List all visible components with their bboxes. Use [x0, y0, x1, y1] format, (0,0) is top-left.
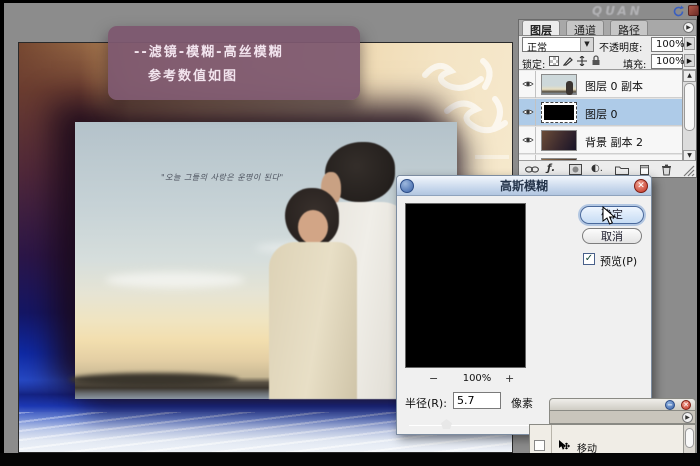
history-tab-strip: ▶	[549, 411, 696, 424]
layer-group-icon[interactable]	[615, 165, 629, 175]
fill-label: 填充:	[623, 56, 646, 71]
close-icon[interactable]: ✕	[634, 179, 648, 193]
layer-name[interactable]: 图层 0 副本	[585, 78, 643, 94]
tab-paths[interactable]: 路径	[610, 20, 648, 35]
layer-thumbnail-selected[interactable]	[541, 102, 577, 123]
opacity-field[interactable]: 100%	[651, 37, 683, 52]
layer-row-layer0-copy[interactable]: 图层 0 副本	[519, 71, 683, 98]
radius-input[interactable]	[453, 392, 501, 409]
minimize-icon[interactable]: −	[665, 400, 675, 410]
thumb-figure	[566, 81, 573, 95]
fill-spinner[interactable]: ▶	[684, 54, 695, 67]
mouse-cursor	[602, 206, 617, 225]
photo-quote-text: "오늘 그들의 사랑은 운명이 된다"	[161, 172, 284, 183]
link-layers-icon[interactable]	[525, 166, 539, 173]
history-scrollbar[interactable]	[683, 425, 695, 455]
visibility-cell[interactable]	[519, 99, 536, 126]
history-source-checkbox[interactable]	[534, 440, 545, 451]
favorite-icon[interactable]	[688, 5, 699, 16]
hill-silhouette	[69, 373, 239, 386]
dialog-titlebar[interactable]: 高斯模糊	[397, 176, 651, 196]
opacity-label: 不透明度:	[599, 39, 642, 54]
annotation-line2: 参考数值如图	[134, 65, 360, 89]
history-list: 移动 通过拷贝的图层	[529, 424, 696, 456]
dialog-system-icon	[400, 179, 414, 193]
chevron-down-icon[interactable]: ▼	[580, 38, 593, 51]
layers-scrollbar[interactable]: ▲ ▼	[682, 70, 696, 162]
lock-pixels-icon[interactable]	[563, 56, 573, 66]
cloud-streak	[105, 272, 245, 288]
layer-thumbnail[interactable]	[541, 74, 577, 95]
site-watermark: QUAN	[592, 4, 643, 18]
preview-zoom-value: 100%	[447, 373, 507, 384]
layer-name[interactable]: 图层 0	[585, 106, 618, 122]
lock-position-icon[interactable]	[577, 56, 587, 66]
fill-value: 100%	[656, 56, 685, 67]
lock-transparency-icon[interactable]	[549, 56, 559, 66]
tutorial-annotation: --滤镜-模糊-高丝模糊 参考数值如图	[108, 26, 360, 100]
blur-preview-area[interactable]	[405, 203, 526, 368]
panel-menu-button[interactable]: ▶	[683, 22, 694, 33]
layer-thumbnail[interactable]	[541, 130, 577, 151]
annotation-line1: --滤镜-模糊-高丝模糊	[134, 41, 360, 65]
zoom-out-icon[interactable]: −	[429, 372, 438, 385]
opacity-spinner[interactable]: ▶	[684, 37, 695, 50]
lock-label: 锁定:	[522, 56, 545, 71]
scroll-up-icon[interactable]: ▲	[683, 70, 696, 82]
layer-mask-icon[interactable]	[569, 164, 582, 175]
history-item-move[interactable]: 移动	[530, 439, 695, 452]
layer-row-bg-copy2[interactable]: 背景 副本 2	[519, 127, 683, 154]
blend-mode-select[interactable]: 正常 ▼	[522, 37, 594, 52]
preview-checkbox-label: 预览(P)	[600, 253, 637, 269]
delete-layer-icon[interactable]	[661, 164, 672, 176]
scrollbar-thumb[interactable]	[685, 428, 694, 448]
screenshot-bottom-border	[0, 453, 700, 466]
history-panel-header[interactable]: − ✕	[549, 398, 696, 411]
visibility-cell[interactable]	[519, 127, 536, 154]
layer-row-layer0[interactable]: 图层 0	[519, 99, 683, 126]
fill-field[interactable]: 100%	[651, 54, 683, 69]
eye-icon[interactable]	[522, 136, 534, 144]
tab-layers[interactable]: 图层	[522, 20, 560, 35]
visibility-cell[interactable]	[519, 71, 536, 98]
lock-row: 锁定: 填充: 100% ▶	[519, 53, 696, 70]
layer-name[interactable]: 背景 副本 2	[585, 134, 643, 150]
blend-row: 正常 ▼ 不透明度: 100% ▶	[519, 36, 696, 53]
adjustment-layer-icon[interactable]: ◐.	[591, 163, 603, 174]
layers-panel: 图层 通道 路径 ▶ 正常 ▼ 不透明度: 100% ▶ 锁定:	[518, 19, 697, 178]
layers-list: 图层 0 副本 图层 0	[519, 71, 683, 162]
opacity-value: 100%	[656, 39, 685, 50]
radius-unit-label: 像素	[511, 395, 533, 411]
move-tool-icon	[558, 440, 570, 451]
lock-all-icon[interactable]	[591, 55, 601, 66]
layer-style-icon[interactable]: ƒ.	[547, 163, 555, 174]
cancel-button[interactable]: 取消	[582, 228, 642, 244]
panel-resize-grip[interactable]	[683, 165, 695, 177]
photoshop-workspace: "오늘 그들의 사랑은 운명이 된다" --滤镜-模糊-高丝模糊 参考数值如图 …	[4, 3, 697, 453]
eye-icon[interactable]	[522, 108, 534, 116]
woman-cardigan	[269, 242, 357, 399]
radius-slider-handle[interactable]	[441, 419, 452, 429]
panel-menu-button[interactable]: ▶	[682, 412, 693, 423]
tab-channels[interactable]: 通道	[566, 20, 604, 35]
panel-tabs-row: 图层 通道 路径 ▶	[519, 20, 696, 36]
zoom-in-icon[interactable]: +	[505, 372, 514, 385]
eye-icon[interactable]	[522, 80, 534, 88]
close-icon[interactable]: ✕	[681, 400, 691, 410]
radius-label: 半径(R):	[405, 395, 447, 411]
woman-face	[298, 210, 328, 244]
preview-checkbox[interactable]: ✓	[583, 253, 595, 265]
refresh-icon[interactable]	[672, 5, 685, 18]
scrollbar-thumb[interactable]	[684, 83, 695, 131]
